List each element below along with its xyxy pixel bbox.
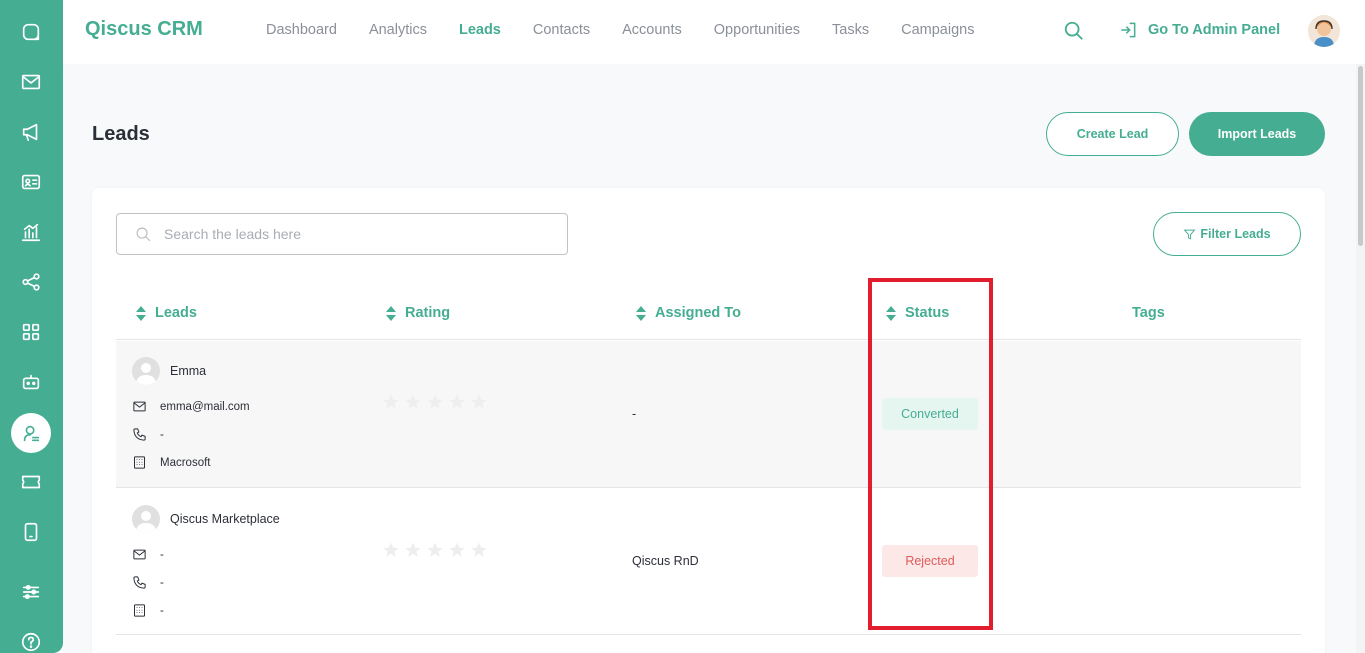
star-icon[interactable] [382, 393, 400, 411]
building-icon [134, 604, 145, 617]
nav-leads[interactable]: Leads [459, 22, 501, 38]
lead-email: emma@mail.com [160, 400, 250, 413]
mail-icon [133, 549, 146, 560]
scrollbar-thumb[interactable] [1358, 66, 1363, 246]
lead-email-line: - [132, 547, 164, 562]
star-icon[interactable] [470, 393, 488, 411]
header-label: Assigned To [655, 305, 741, 321]
lead-email-line: emma@mail.com [132, 399, 250, 414]
star-icon[interactable] [448, 393, 466, 411]
leads-search-box[interactable] [116, 213, 568, 255]
search-icon [136, 227, 151, 241]
lead-company: - [160, 604, 164, 617]
top-navbar: Qiscus CRM Dashboard Analytics Leads Con… [63, 0, 1365, 64]
lead-phone-line: - [132, 575, 164, 590]
help-icon[interactable] [16, 627, 46, 653]
share-icon[interactable] [16, 267, 46, 297]
nav-analytics[interactable]: Analytics [369, 22, 427, 38]
header-label: Tags [1132, 305, 1165, 321]
lead-phone: - [160, 576, 164, 589]
main-nav: Dashboard Analytics Leads Contacts Accou… [266, 22, 1006, 38]
bot-icon[interactable] [16, 367, 46, 397]
admin-panel-label: Go To Admin Panel [1148, 22, 1281, 38]
search-icon[interactable] [1063, 20, 1087, 44]
building-icon [134, 456, 145, 469]
brand-logo[interactable]: Qiscus CRM [85, 18, 203, 41]
star-icon[interactable] [470, 541, 488, 559]
filter-leads-label: Filter Leads [1200, 227, 1271, 241]
create-lead-button[interactable]: Create Lead [1046, 112, 1179, 156]
assigned-to: Qiscus RnD [632, 554, 699, 568]
header-label: Leads [155, 305, 197, 321]
star-icon[interactable] [426, 541, 444, 559]
lead-phone-line: - [132, 427, 164, 442]
main-content: Leads Create Lead Import Leads Filter Le… [63, 64, 1356, 653]
nav-accounts[interactable]: Accounts [622, 22, 682, 38]
crm-user-icon[interactable] [11, 413, 51, 453]
table-row[interactable]: Emma emma@mail.com - Macrosoft - Convert… [116, 341, 1301, 488]
avatar [132, 357, 160, 385]
contact-card-icon[interactable] [16, 167, 46, 197]
filter-icon [1183, 229, 1196, 240]
column-header-assigned-to[interactable]: Assigned To [636, 305, 741, 321]
assigned-to: - [632, 407, 637, 421]
filter-leads-button[interactable]: Filter Leads [1153, 212, 1301, 256]
login-icon [1121, 22, 1136, 38]
nav-contacts[interactable]: Contacts [533, 22, 590, 38]
phone-icon [133, 576, 146, 589]
leads-search-input[interactable] [164, 226, 544, 242]
lead-company: Macrosoft [160, 456, 211, 469]
star-icon[interactable] [404, 541, 422, 559]
mail-icon[interactable] [16, 67, 46, 97]
column-header-tags: Tags [1132, 305, 1165, 321]
avatar [132, 505, 160, 533]
sort-icon [386, 305, 396, 321]
nav-campaigns[interactable]: Campaigns [901, 22, 974, 38]
lead-name[interactable]: Qiscus Marketplace [170, 512, 280, 526]
lead-company-line: - [132, 603, 164, 618]
sort-icon [136, 305, 146, 321]
rating-stars[interactable] [382, 393, 492, 411]
lead-company-line: Macrosoft [132, 455, 211, 470]
column-header-rating[interactable]: Rating [386, 305, 450, 321]
star-icon[interactable] [382, 541, 400, 559]
go-to-admin-panel-link[interactable]: Go To Admin Panel [1118, 20, 1280, 40]
rating-stars[interactable] [382, 541, 492, 559]
settings-sliders-icon[interactable] [16, 577, 46, 607]
analytics-icon[interactable] [16, 217, 46, 247]
sort-icon [636, 305, 646, 321]
lead-name[interactable]: Emma [170, 364, 206, 378]
page-title: Leads [92, 123, 150, 145]
nav-dashboard[interactable]: Dashboard [266, 22, 337, 38]
ticket-icon[interactable] [16, 467, 46, 497]
chat-icon[interactable] [16, 17, 46, 47]
import-leads-button[interactable]: Import Leads [1189, 112, 1325, 156]
leads-card: Filter Leads Leads Rating Assigned To St… [92, 188, 1325, 653]
star-icon[interactable] [404, 393, 422, 411]
megaphone-icon[interactable] [16, 117, 46, 147]
table-row[interactable]: Qiscus Marketplace - - - Qiscus RnD Reje… [116, 489, 1301, 635]
mail-icon [133, 401, 146, 412]
lead-phone: - [160, 428, 164, 441]
page-scrollbar[interactable] [1356, 64, 1365, 653]
table-header: Leads Rating Assigned To Status Tags [116, 288, 1301, 340]
nav-tasks[interactable]: Tasks [832, 22, 869, 38]
star-icon[interactable] [448, 541, 466, 559]
nav-opportunities[interactable]: Opportunities [714, 22, 800, 38]
user-avatar[interactable] [1308, 15, 1340, 47]
phone-icon [133, 428, 146, 441]
sidebar [0, 0, 63, 653]
star-icon[interactable] [426, 393, 444, 411]
column-header-leads[interactable]: Leads [136, 305, 197, 321]
mobile-icon[interactable] [16, 517, 46, 547]
status-column-highlight [868, 278, 993, 630]
apps-grid-icon[interactable] [16, 317, 46, 347]
lead-email: - [160, 548, 164, 561]
header-label: Rating [405, 305, 451, 321]
